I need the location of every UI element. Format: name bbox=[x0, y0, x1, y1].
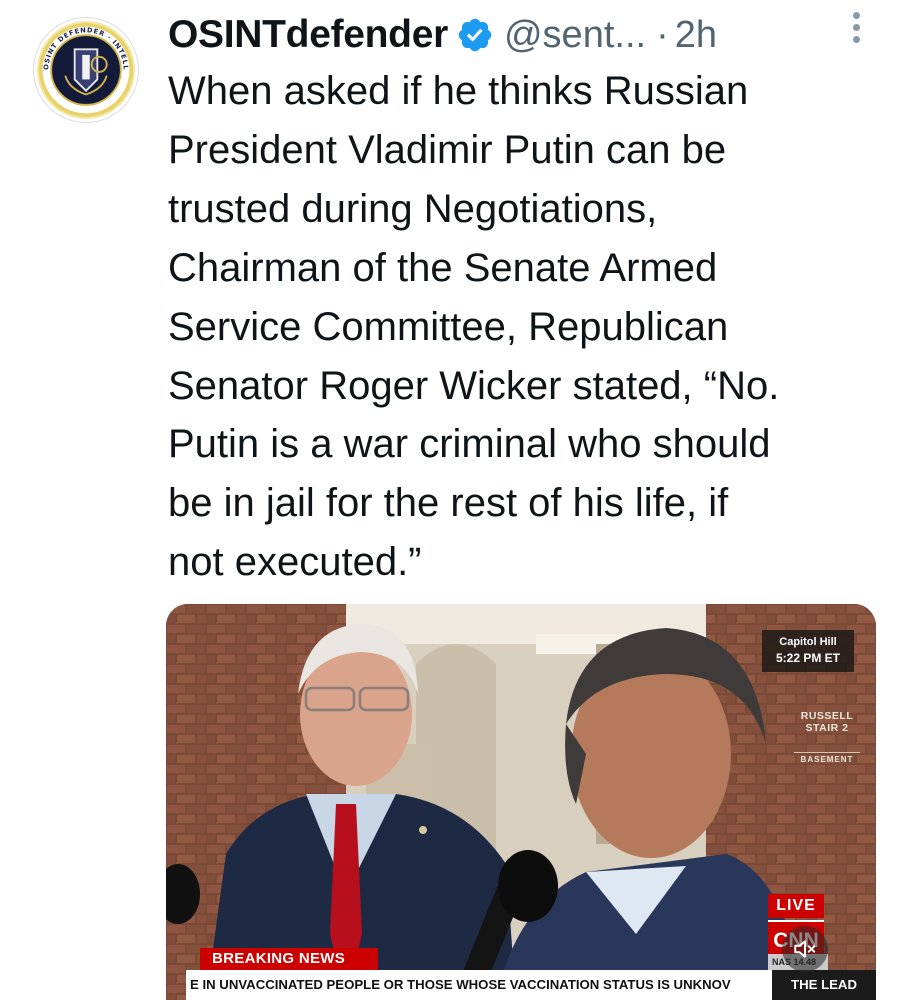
post-timestamp[interactable]: 2h bbox=[675, 14, 717, 57]
more-vertical-icon[interactable] bbox=[846, 8, 866, 48]
author-display-name[interactable]: OSINTdefender bbox=[168, 13, 448, 57]
news-crawl: E IN UNVACCINATED PEOPLE OR THOSE WHOSE … bbox=[186, 970, 876, 1000]
tweet-text: When asked if he thinks Russian Presiden… bbox=[168, 62, 878, 592]
tweet-text-line: Putin is a war criminal who should bbox=[168, 422, 771, 467]
tweet-text-line: When asked if he thinks Russian bbox=[168, 69, 749, 113]
wall-sign: RUSSELL STAIR 2 bbox=[794, 710, 860, 734]
tweet-text-line: be in jail for the rest of his life, if bbox=[168, 481, 729, 526]
tweet-text-line: Senator Roger Wicker stated, “No. bbox=[168, 363, 780, 408]
tweet[interactable]: OSINT DEFENDER · INTELLIGENCE MONITOR OS… bbox=[0, 0, 908, 1000]
wall-sign-basement: BASEMENT bbox=[794, 752, 860, 768]
news-crawl-text: E IN UNVACCINATED PEOPLE OR THOSE WHOSE … bbox=[190, 977, 731, 992]
author-avatar[interactable]: OSINT DEFENDER · INTELLIGENCE MONITOR bbox=[34, 18, 138, 122]
header-separator: · bbox=[656, 13, 669, 56]
verified-badge-icon bbox=[458, 18, 492, 52]
show-name-label: THE LEAD bbox=[772, 970, 876, 1000]
live-badge: LIVE bbox=[768, 894, 824, 918]
wall-sign-line: STAIR 2 bbox=[805, 722, 849, 734]
video-player[interactable]: Capitol Hill 5:22 PM ET RUSSELL STAIR 2 … bbox=[166, 604, 876, 1000]
tweet-header: OSINTdefender @sent... · 2h bbox=[168, 8, 898, 62]
tweet-text-line: not executed.” bbox=[168, 540, 422, 585]
author-handle[interactable]: @sent... bbox=[504, 14, 646, 57]
tweet-text-line: Chairman of the Senate Armed bbox=[168, 245, 718, 290]
tweet-text-line: Service Committee, Republican bbox=[168, 304, 729, 349]
tweet-text-line: trusted during Negotiations, bbox=[168, 186, 658, 231]
osint-defender-seal-icon: OSINT DEFENDER · INTELLIGENCE MONITOR bbox=[37, 21, 134, 118]
wall-sign-line: RUSSELL bbox=[800, 710, 854, 722]
breaking-news-banner: BREAKING NEWS bbox=[200, 948, 378, 970]
broadcast-time: 5:22 PM ET bbox=[775, 651, 841, 665]
tweet-text-line: President Vladimir Putin can be bbox=[168, 127, 727, 172]
location-label: Capitol Hill bbox=[779, 636, 837, 648]
location-timestamp-overlay: Capitol Hill 5:22 PM ET bbox=[762, 630, 854, 672]
volume-muted-icon[interactable] bbox=[782, 926, 828, 972]
